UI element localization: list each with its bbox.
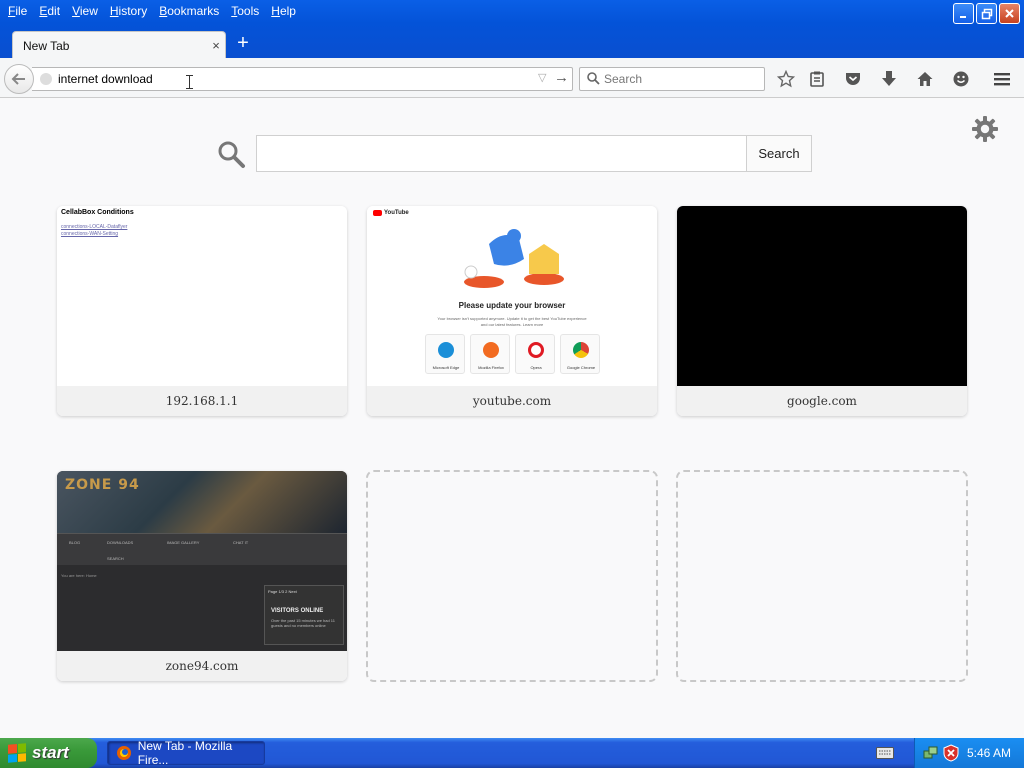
page-favicon-icon <box>40 73 52 85</box>
zone-visitors-box: Page 1/3 2 Next VISITORS ONLINE Over the… <box>264 585 344 645</box>
clipboard-icon <box>810 71 824 87</box>
tile-thumbnail: CellabBox Conditions connections-LOCAL-D… <box>57 206 347 386</box>
taskbar-item-label: New Tab - Mozilla Fire... <box>137 739 233 767</box>
browser-option-edge: Microsoft Edge <box>425 334 465 374</box>
home-button[interactable] <box>913 67 937 91</box>
menu-file[interactable]: File <box>2 1 33 21</box>
top-site-tile[interactable]: google.com <box>677 206 967 416</box>
tab-title: New Tab <box>23 38 70 53</box>
search-icon <box>218 141 245 168</box>
close-icon <box>1005 9 1014 18</box>
browser-option-opera: Opera <box>515 334 555 374</box>
minimize-icon <box>959 15 966 18</box>
tile-thumbnail: YouTube Please update your browser Your … <box>367 206 657 386</box>
back-button[interactable] <box>4 64 34 94</box>
hello-button[interactable] <box>949 67 973 91</box>
menu-history[interactable]: History <box>104 1 153 21</box>
window-controls <box>953 3 1020 24</box>
minimize-button[interactable] <box>953 3 974 24</box>
search-input[interactable] <box>604 71 759 87</box>
network-icon[interactable] <box>923 745 939 761</box>
navigation-toolbar: ▽ → <box>0 58 1024 98</box>
tab-close-button[interactable]: × <box>207 38 225 53</box>
newtab-search-button[interactable]: Search <box>746 135 812 172</box>
start-button[interactable]: start <box>0 738 97 768</box>
thumb-link: connections-WAN-Setting <box>61 231 119 237</box>
open-menu-button[interactable] <box>990 67 1014 91</box>
menu-bookmarks[interactable]: Bookmarks <box>153 1 225 21</box>
top-site-tile[interactable]: CellabBox Conditions connections-LOCAL-D… <box>57 206 347 416</box>
dino-illustration-icon <box>464 229 564 288</box>
windows-flag-icon <box>8 743 26 763</box>
new-tab-button[interactable]: + <box>232 33 254 55</box>
top-site-tile[interactable]: ZONE 94 BLOG DOWNLOADS IMAGE GALLERY CHA… <box>57 471 347 681</box>
update-browser-subtext: Your browser isn't supported anymore. Up… <box>437 316 587 321</box>
youtube-logo: YouTube <box>373 210 409 216</box>
search-bar[interactable] <box>579 67 765 91</box>
star-icon <box>777 70 795 88</box>
browser-option-chrome: Google Chrome <box>560 334 600 374</box>
bookmark-star-button[interactable] <box>774 67 798 91</box>
menu-view[interactable]: View <box>66 1 104 21</box>
hamburger-menu-icon <box>994 73 1010 86</box>
keyboard-icon[interactable] <box>876 747 894 759</box>
back-arrow-icon <box>11 73 25 85</box>
menu-help[interactable]: Help <box>265 1 302 21</box>
update-browser-subtext: and our latest features. Learn more <box>480 322 544 327</box>
security-shield-icon[interactable] <box>943 744 959 762</box>
tile-thumbnail: ZONE 94 BLOG DOWNLOADS IMAGE GALLERY CHA… <box>57 471 347 651</box>
menu-tools[interactable]: Tools <box>225 1 265 21</box>
start-label: start <box>32 743 69 762</box>
tile-label: zone94.com <box>57 651 347 681</box>
downloads-button[interactable] <box>877 67 901 91</box>
system-tray: 5:46 AM <box>914 738 1024 768</box>
empty-tile-placeholder[interactable] <box>676 470 968 682</box>
update-browser-message: Please update your browser <box>458 301 566 310</box>
empty-tile-placeholder[interactable] <box>366 470 658 682</box>
pocket-button[interactable] <box>841 67 865 91</box>
tile-label: youtube.com <box>367 386 657 416</box>
close-window-button[interactable] <box>999 3 1020 24</box>
firefox-icon <box>117 746 131 760</box>
thumb-title: CellabBox Conditions <box>61 209 134 216</box>
zone-banner: ZONE 94 <box>57 471 347 533</box>
new-tab-page: Search CellabBox Conditions connections-… <box>0 99 1024 737</box>
history-dropdown-icon[interactable]: ▽ <box>538 71 546 84</box>
download-arrow-icon <box>882 71 896 86</box>
search-icon <box>587 72 600 85</box>
reading-list-button[interactable] <box>805 67 829 91</box>
smiley-icon <box>953 71 969 87</box>
browser-option-firefox: Mozilla Firefox <box>470 334 510 374</box>
zone-logo: ZONE 94 <box>65 477 140 493</box>
text-cursor-icon <box>186 75 193 89</box>
thumb-link: connections-LOCAL-Dataflyer <box>61 224 128 230</box>
taskbar-item-firefox[interactable]: New Tab - Mozilla Fire... <box>107 739 265 767</box>
restore-button[interactable] <box>976 3 997 24</box>
url-bar[interactable]: ▽ → <box>32 67 573 91</box>
taskbar: start New Tab - Mozilla Fire... 5:46 AM <box>0 738 1024 768</box>
tile-thumbnail <box>677 206 967 386</box>
go-arrow-icon[interactable]: → <box>554 69 569 86</box>
tile-label: google.com <box>677 386 967 416</box>
top-site-tile[interactable]: YouTube Please update your browser Your … <box>367 206 657 416</box>
zone-nav: BLOG DOWNLOADS IMAGE GALLERY CHAT IT SEA… <box>57 533 347 565</box>
home-icon <box>917 72 933 86</box>
tile-label: 192.168.1.1 <box>57 386 347 416</box>
clock: 5:46 AM <box>967 746 1012 760</box>
pocket-icon <box>846 73 860 85</box>
menu-bar: File Edit View History Bookmarks Tools H… <box>0 0 302 22</box>
tab-new-tab[interactable]: New Tab × <box>12 31 226 59</box>
restore-icon <box>981 8 992 19</box>
gear-icon[interactable] <box>970 114 1000 144</box>
newtab-search-input[interactable] <box>256 135 747 172</box>
zone-breadcrumb: You are here: Home <box>61 573 97 578</box>
url-input[interactable] <box>58 70 528 88</box>
menu-edit[interactable]: Edit <box>33 1 66 21</box>
